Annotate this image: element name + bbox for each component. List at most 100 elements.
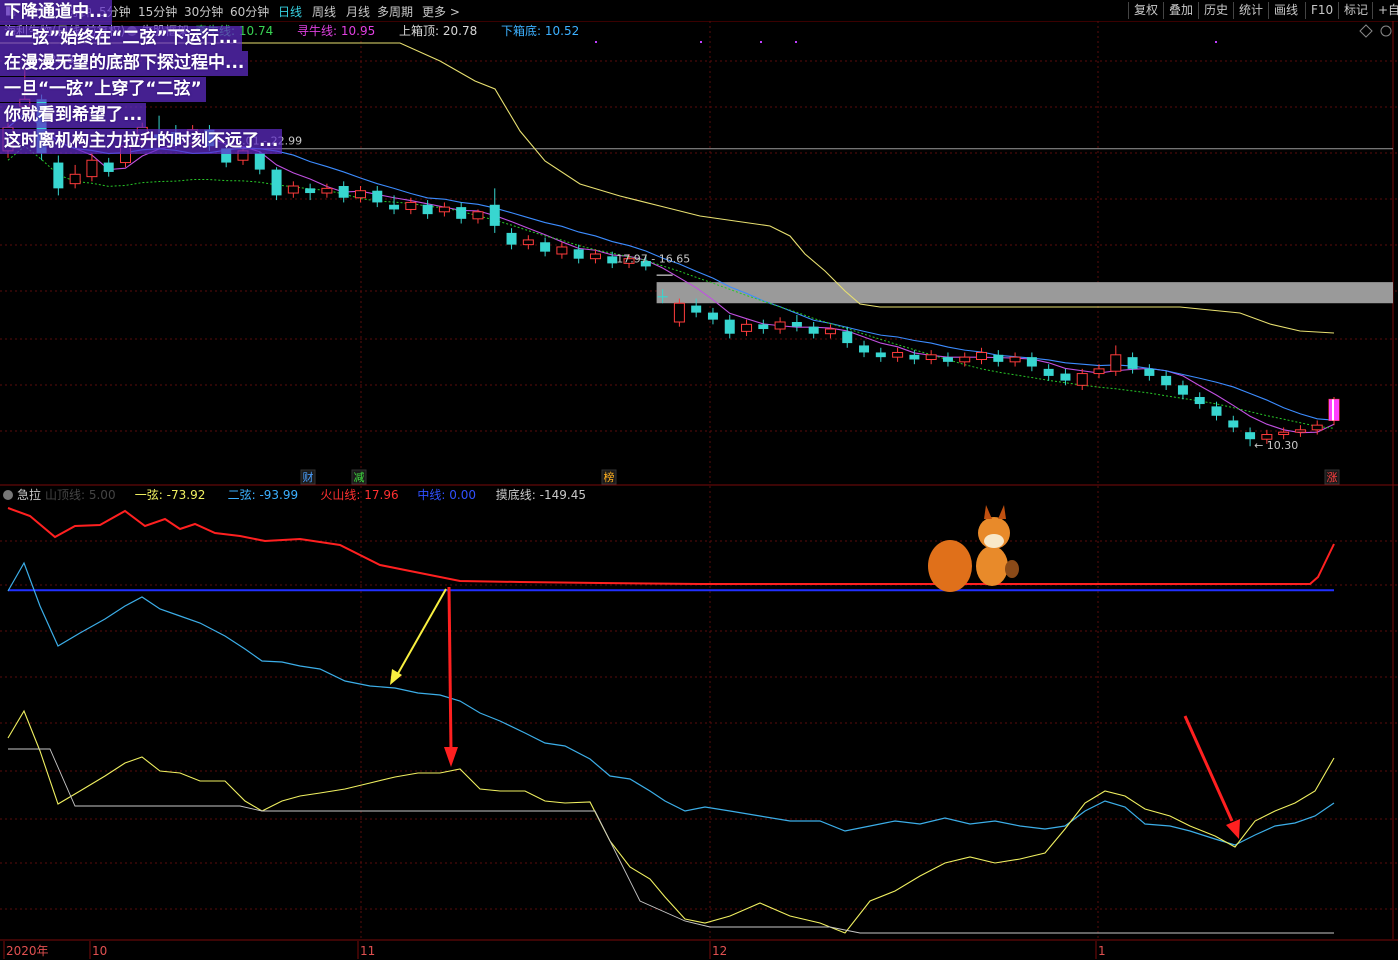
period-tab-7[interactable]: 周线 [312,3,336,20]
candle-body-77 [1295,430,1305,432]
candle-body-40 [674,303,684,322]
ma-blue-line [8,113,1334,420]
candle-body-43 [725,320,735,334]
candle-body-41 [691,306,701,313]
sub-dropdown-icon [3,490,13,500]
main-expand-icon [1360,25,1372,37]
candle-body-26 [439,207,449,212]
candle-body-48 [809,327,819,334]
event-marker-0: 财 [303,470,314,484]
candle-body-55 [926,355,936,360]
lower-box-band [657,282,1393,303]
candle-body-25 [423,205,433,214]
signal-dot-4 [1215,41,1217,43]
candle-body-19 [322,188,332,193]
candle-body-74 [1245,432,1255,439]
candle-body-52 [876,352,886,357]
x-axis-label-2: 11 [360,944,375,958]
candle-body-24 [406,202,416,209]
candle-body-35 [590,254,600,259]
candle-body-73 [1228,420,1238,427]
toolbar-button-2[interactable]: 历史 [1198,2,1233,19]
candle-body-56 [943,357,953,362]
period-tab-9[interactable]: 多周期 [377,3,413,20]
candle-body-47 [792,322,802,327]
period-tab-5[interactable]: 60分钟 [230,3,269,20]
yixian-line [8,711,1334,933]
squirrel-mascot [928,505,1019,592]
squirrel-nut [1005,560,1019,578]
candle-body-72 [1212,406,1222,415]
signal-dot-3 [795,41,797,43]
candle-body-15 [255,153,265,169]
candle-body-42 [708,313,718,320]
event-marker-2: 榜 [604,470,615,484]
candle-body-69 [1161,376,1171,385]
x-axis-label-3: 12 [712,944,727,958]
candle-body-57 [960,357,970,362]
squirrel-tail [928,540,972,592]
candle-body-17 [288,186,298,193]
annot-right-line-0: 在漫漫无望的底部下探过程中... [0,51,248,76]
toolbar-button-0[interactable]: 复权 [1128,2,1163,19]
candle-body-58 [977,352,987,359]
sub-legend-0: 山顶线: 5.00 [45,488,116,502]
annot-left-line-1: “一弦”始终在“二弦”下运行... [0,26,242,51]
candle-body-66 [1111,355,1121,371]
period-tab-4[interactable]: 30分钟 [184,3,223,20]
candle-body-65 [1094,369,1104,374]
annot-right-line-2: 你就看到希望了... [0,103,146,128]
candle-body-50 [842,331,852,343]
candle-body-46 [775,322,785,329]
candle-body-76 [1279,432,1289,434]
candle-body-32 [540,242,550,251]
box-range-label-2: 17.97 - 16.65 [616,252,690,265]
period-tab-3[interactable]: 15分钟 [138,3,177,20]
sub-legend-4: 中线: 0.00 [417,487,476,502]
signal-dot-2 [760,41,762,43]
candle-body-34 [574,249,584,258]
annot-right-line-1: 一旦“一弦”上穿了“二弦” [0,77,206,102]
squirrel-body [976,546,1008,586]
candle-body-70 [1178,385,1188,394]
annot-left-line-0: 下降通道中... [0,0,112,25]
toolbar-button-6[interactable]: 标记 [1338,2,1373,19]
main-legend-3: 下箱底: 10.52 [501,23,579,38]
arrow-yellow-shaft [396,589,446,677]
candle-body-68 [1144,369,1154,376]
arrow-red-left-head [444,747,458,767]
candle-body-23 [389,205,399,210]
candle-body-44 [742,324,752,331]
sub-legend-3: 火山线: 17.96 [320,488,398,502]
candle-body-67 [1128,357,1138,369]
period-tab-8[interactable]: 月线 [346,3,370,20]
toolbar-button-3[interactable]: 统计 [1233,2,1268,19]
arrow-red-right-shaft [1185,716,1232,821]
arrow-red-left-shaft [449,587,451,751]
annot-right-line-3: 这时离机构主力拉升的时刻不远了... [0,129,282,154]
candle-body-27 [456,207,466,219]
period-tab-6[interactable]: 日线 [278,3,302,20]
candle-body-33 [557,247,567,254]
toolbar-button-4[interactable]: 画线 [1268,2,1303,19]
candle-body-78 [1312,425,1322,430]
candle-body-21 [355,191,365,198]
candle-body-61 [1027,357,1037,366]
arrow-red-right-head [1226,819,1240,839]
signal-dot-0 [595,41,597,43]
modi-line [8,749,1334,933]
toolbar-button-5[interactable]: F10 [1305,2,1338,19]
event-marker-1: 减 [354,471,365,484]
candle-body-54 [909,355,919,360]
period-tab-10[interactable]: 更多 > [422,3,460,20]
toolbar-button-7[interactable]: +自选 [1372,2,1398,19]
period-toolbar: ◧分时1分钟5分钟15分钟30分钟60分钟日线周线月线多周期更多 >复权叠加历史… [0,0,1398,22]
candle-body-31 [523,240,533,245]
squirrel-ear-right [998,505,1006,519]
candle-body-51 [859,345,869,352]
candle-body-30 [507,233,517,245]
event-marker-3: 涨 [1327,471,1338,484]
candle-body-4 [70,174,80,183]
main-settings-icon [1381,26,1391,36]
toolbar-button-1[interactable]: 叠加 [1163,2,1198,19]
